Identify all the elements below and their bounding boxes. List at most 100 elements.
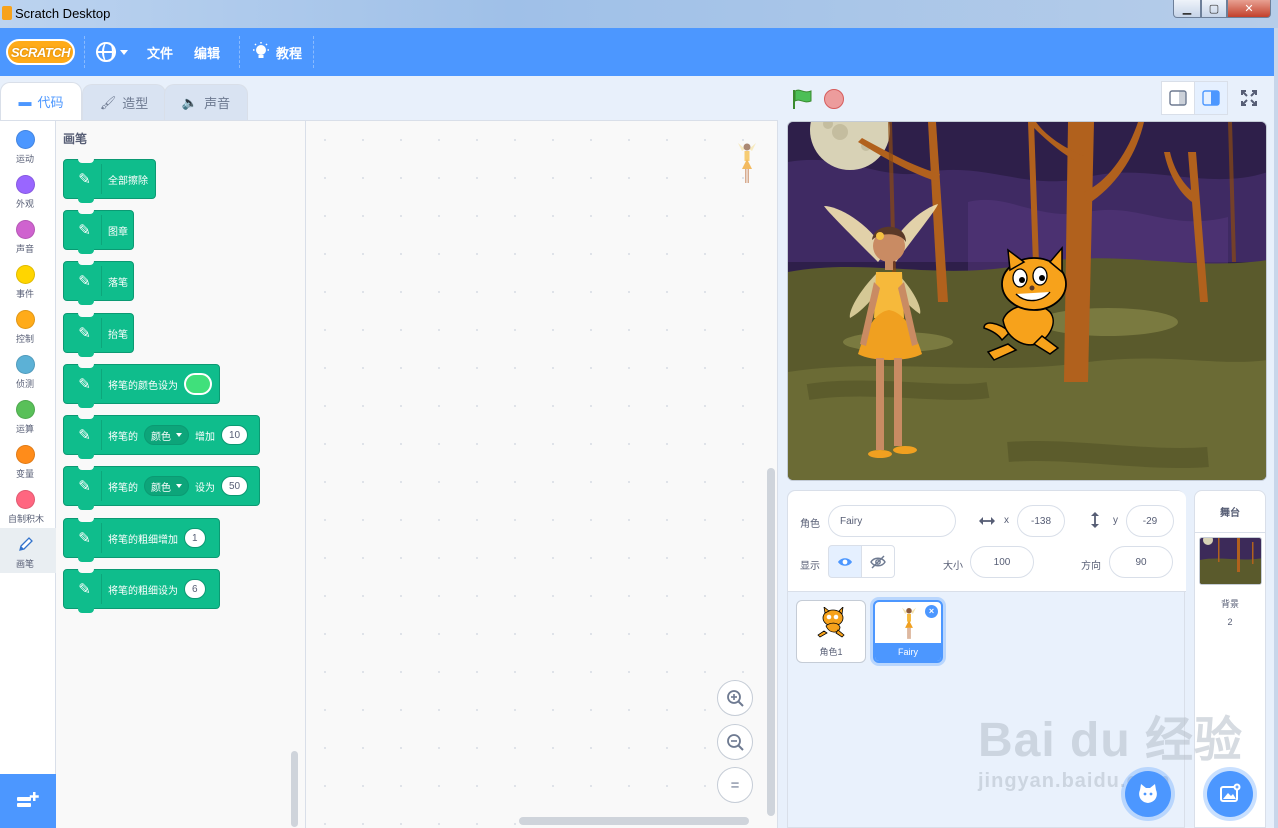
normal-stage-button[interactable]	[1194, 81, 1228, 115]
fullscreen-icon	[1241, 90, 1257, 106]
block-pen-up[interactable]: ✎ 抬笔	[63, 313, 134, 357]
delete-sprite-icon[interactable]: ×	[925, 605, 938, 618]
block-set-pen-param[interactable]: ✎ 将笔的 颜色 设为 50	[63, 466, 260, 510]
window-title: Scratch Desktop	[15, 6, 111, 21]
workspace-horizontal-scrollbar[interactable]	[519, 817, 749, 825]
sprite-name-input[interactable]	[828, 505, 956, 537]
category-events[interactable]: 事件	[0, 258, 56, 303]
show-sprite-button[interactable]	[828, 545, 862, 578]
minimize-button[interactable]: ▁	[1173, 0, 1201, 18]
chevron-down-icon	[176, 484, 182, 488]
category-my-blocks[interactable]: 自制积木	[0, 483, 56, 528]
stop-button[interactable]	[824, 89, 844, 109]
change-param-value-input[interactable]: 10	[221, 425, 249, 445]
small-stage-button[interactable]	[1161, 81, 1195, 115]
dropdown-value: 颜色	[151, 482, 171, 494]
tab-sounds[interactable]: 🔈 声音	[164, 84, 248, 120]
pen-param-dropdown[interactable]: 颜色	[144, 425, 189, 445]
category-sound[interactable]: 声音	[0, 213, 56, 258]
palette-scrollbar[interactable]	[291, 751, 298, 827]
menu-separator	[239, 36, 240, 68]
green-flag-button[interactable]	[791, 88, 813, 110]
block-label: 将笔的粗细设为	[108, 585, 178, 597]
choose-backdrop-button[interactable]	[1207, 771, 1253, 817]
hide-sprite-button[interactable]	[861, 545, 895, 578]
set-param-value-input[interactable]: 50	[221, 476, 249, 496]
stage[interactable]	[787, 121, 1267, 481]
close-window-button[interactable]: ✕	[1227, 0, 1271, 18]
direction-input[interactable]: 90	[1109, 546, 1173, 578]
zoom-out-icon	[727, 734, 744, 751]
block-label: 将笔的	[108, 431, 138, 443]
category-operators[interactable]: 运算	[0, 393, 56, 438]
set-size-value-input[interactable]: 6	[184, 579, 206, 599]
zoom-in-icon	[727, 690, 744, 707]
block-label: 增加	[195, 431, 215, 443]
block-change-pen-param[interactable]: ✎ 将笔的 颜色 增加 10	[63, 415, 260, 459]
pen-icon: ✎	[72, 420, 102, 450]
cat-face-icon	[1139, 784, 1157, 803]
change-size-value-input[interactable]: 1	[184, 528, 206, 548]
zoom-in-button[interactable]	[717, 680, 753, 716]
tab-costumes[interactable]: 🖌 造型	[82, 84, 166, 120]
brush-icon: 🖌	[99, 94, 117, 110]
zoom-out-button[interactable]	[717, 724, 753, 760]
eye-icon	[838, 557, 852, 566]
cat-thumbnail-image	[817, 607, 845, 638]
language-menu[interactable]	[96, 28, 128, 76]
category-sensing[interactable]: 侦测	[0, 348, 56, 393]
add-extension-button[interactable]	[0, 774, 56, 828]
category-looks[interactable]: 外观	[0, 168, 56, 213]
sprite-thumbnail-fairy[interactable]: Fairy ×	[873, 600, 943, 663]
category-control[interactable]: 控制	[0, 303, 56, 348]
category-color-dot	[16, 445, 35, 464]
zoom-reset-button[interactable]: =	[717, 767, 753, 803]
category-label: 画笔	[15, 559, 34, 569]
code-workspace[interactable]: =	[306, 120, 778, 828]
choose-sprite-button[interactable]	[1125, 771, 1171, 817]
pen-icon: ✎	[72, 523, 102, 553]
pen-icon: ✎	[72, 215, 102, 245]
category-variables[interactable]: 变量	[0, 438, 56, 483]
category-pen[interactable]: 画笔	[0, 528, 56, 573]
y-position-input[interactable]: -29	[1126, 505, 1174, 537]
block-pen-stamp[interactable]: ✎ 图章	[63, 210, 134, 254]
block-set-pen-color[interactable]: ✎ 将笔的颜色设为	[63, 364, 220, 408]
sprite-thumbnail-label: 角色1	[819, 647, 843, 657]
globe-icon	[96, 42, 116, 62]
pen-color-swatch[interactable]	[184, 373, 212, 395]
size-label: 大小	[943, 561, 963, 572]
watermark-main: Bai du 经验	[978, 714, 1244, 767]
file-menu[interactable]: 文件	[147, 28, 173, 76]
fullscreen-button[interactable]	[1232, 81, 1266, 115]
pen-icon	[19, 537, 33, 551]
workspace-vertical-scrollbar[interactable]	[767, 468, 775, 816]
block-change-pen-size[interactable]: ✎ 将笔的粗细增加 1	[63, 518, 220, 562]
category-label: 运动	[15, 154, 34, 164]
tab-code[interactable]: ▬ 代码	[0, 82, 82, 120]
pen-icon: ✎	[72, 471, 102, 501]
pen-icon: ✎	[72, 369, 102, 399]
baidu-watermark: Bai du 经验 jingyan.baidu.com	[978, 700, 1243, 793]
size-input[interactable]: 100	[970, 546, 1034, 578]
edit-menu[interactable]: 编辑	[194, 28, 220, 76]
menu-separator	[84, 36, 85, 68]
sprite-thumbnail-cat[interactable]: 角色1	[796, 600, 866, 663]
stage-scene	[788, 122, 1266, 480]
block-label: 全部擦除	[108, 175, 148, 187]
x-position-input[interactable]: -138	[1017, 505, 1065, 537]
block-set-pen-size[interactable]: ✎ 将笔的粗细设为 6	[63, 569, 220, 613]
current-sprite-watermark	[738, 143, 756, 183]
scratch-logo[interactable]: SCRATCH	[6, 39, 75, 65]
watermark-sub: jingyan.baidu.com	[978, 770, 1171, 792]
category-color-dot	[16, 265, 35, 284]
category-label: 自制积木	[7, 514, 44, 524]
block-pen-down[interactable]: ✎ 落笔	[63, 261, 134, 305]
category-motion[interactable]: 运动	[0, 123, 56, 168]
lightbulb-icon	[253, 42, 269, 58]
maximize-button[interactable]: ▢	[1201, 0, 1227, 18]
pen-param-dropdown[interactable]: 颜色	[144, 476, 189, 496]
tutorials-menu[interactable]: 教程	[252, 28, 302, 76]
block-pen-clear[interactable]: ✎ 全部擦除	[63, 159, 156, 203]
y-label: y	[1113, 515, 1118, 526]
